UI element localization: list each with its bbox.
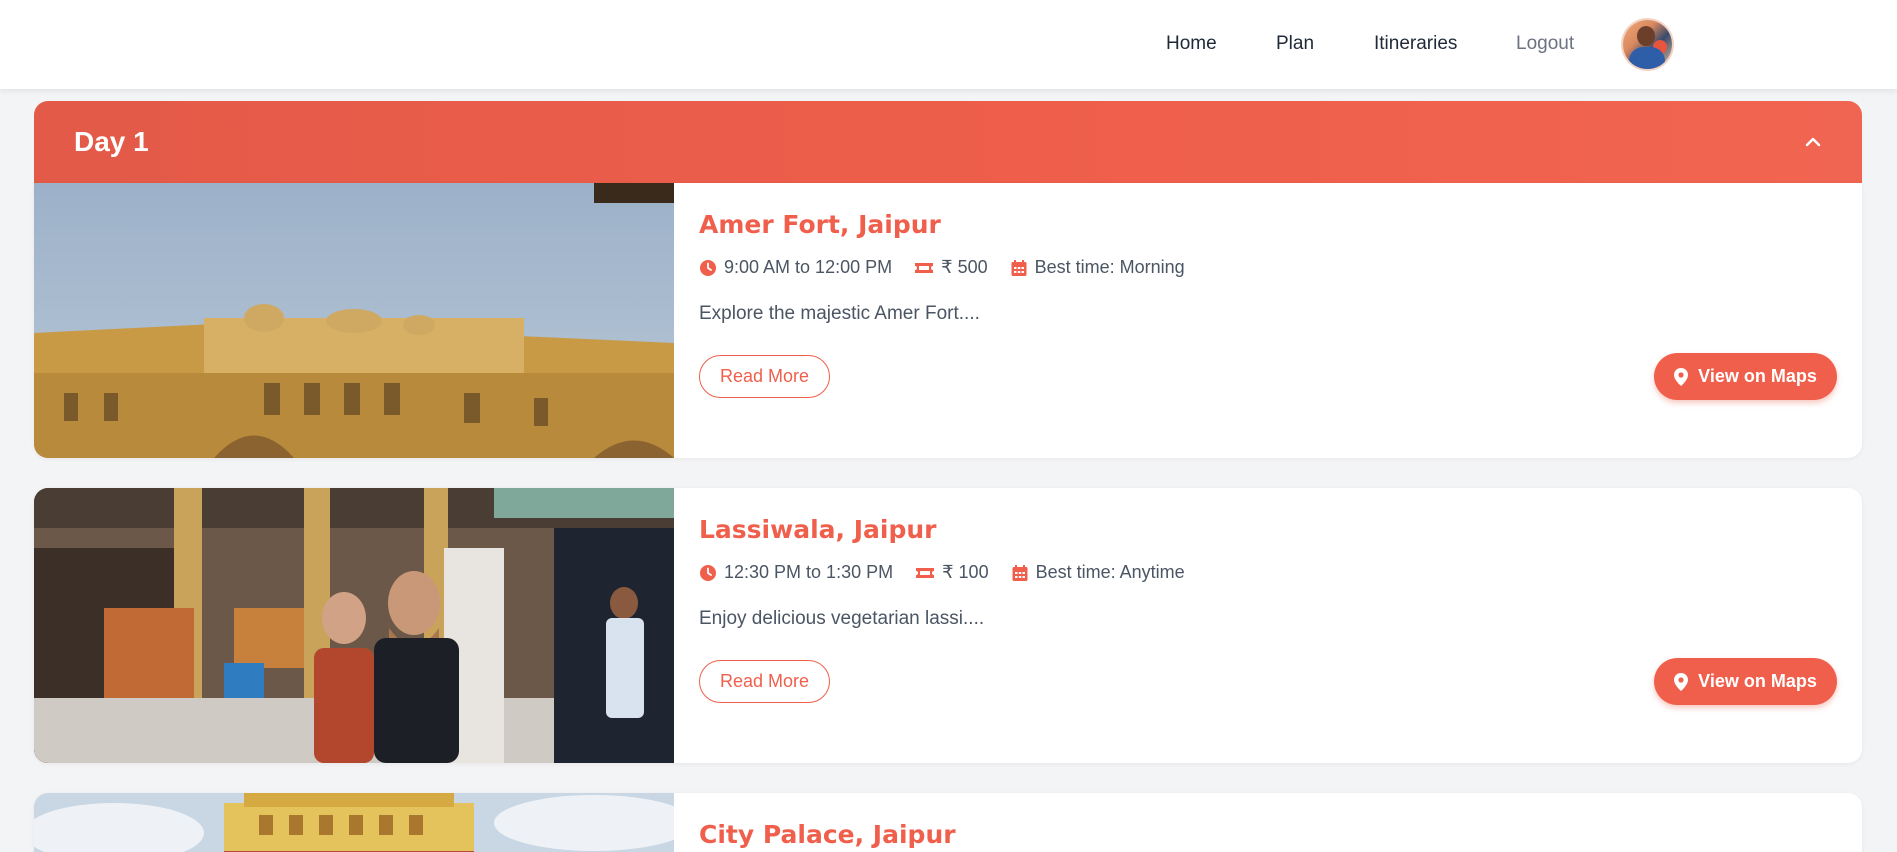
calendar-icon <box>1011 259 1027 276</box>
calendar-icon <box>1012 564 1028 581</box>
place-card: City Palace, Jaipur <box>34 793 1862 852</box>
clock-icon <box>700 564 716 581</box>
place-price: ₹ 100 <box>942 562 989 582</box>
chevron-up-icon[interactable] <box>1804 133 1822 151</box>
place-price: ₹ 500 <box>941 257 988 277</box>
place-card: Amer Fort, Jaipur 9:00 AM to 12:00 PM ₹ … <box>34 183 1862 458</box>
nav-logout-link[interactable]: Logout <box>1516 33 1574 55</box>
read-more-button[interactable]: Read More <box>699 355 830 398</box>
view-on-maps-button[interactable]: View on Maps <box>1654 353 1837 400</box>
place-image-lassiwala <box>34 488 674 763</box>
place-time: 9:00 AM to 12:00 PM <box>724 257 893 277</box>
place-image-amer-fort <box>34 183 674 458</box>
place-meta: 9:00 AM to 12:00 PM ₹ 500 Best time: Mor… <box>699 257 1207 278</box>
place-meta: 12:30 PM to 1:30 PM ₹ 100 Best time: Any… <box>699 562 1207 583</box>
read-more-button[interactable]: Read More <box>699 660 830 703</box>
nav-plan-link[interactable]: Plan <box>1276 33 1314 55</box>
place-title: Amer Fort, Jaipur <box>699 210 941 239</box>
ticket-icon <box>916 567 935 578</box>
day-accordion-header[interactable]: Day 1 <box>34 101 1862 183</box>
place-card: Lassiwala, Jaipur 12:30 PM to 1:30 PM ₹ … <box>34 488 1862 763</box>
place-title: Lassiwala, Jaipur <box>699 515 937 544</box>
view-on-maps-button[interactable]: View on Maps <box>1654 658 1837 705</box>
place-description: Explore the majestic Amer Fort.... <box>699 303 980 324</box>
clock-icon <box>700 259 716 276</box>
map-pin-icon <box>1674 367 1689 386</box>
top-navbar: Home Plan Itineraries Logout <box>0 0 1897 89</box>
day-title: Day 1 <box>74 126 149 157</box>
place-best-time: Best time: Morning <box>1034 257 1185 277</box>
place-image-city-palace <box>34 793 674 852</box>
place-description: Enjoy delicious vegetarian lassi.... <box>699 608 985 629</box>
map-pin-icon <box>1674 672 1689 691</box>
ticket-icon <box>915 262 934 273</box>
place-title: City Palace, Jaipur <box>699 820 956 849</box>
user-avatar[interactable] <box>1623 20 1672 69</box>
place-best-time: Best time: Anytime <box>1035 562 1185 582</box>
place-time: 12:30 PM to 1:30 PM <box>724 562 894 582</box>
view-on-maps-label: View on Maps <box>1698 366 1817 386</box>
nav-itineraries-link[interactable]: Itineraries <box>1374 33 1457 55</box>
view-on-maps-label: View on Maps <box>1698 671 1817 691</box>
nav-home-link[interactable]: Home <box>1166 33 1217 55</box>
